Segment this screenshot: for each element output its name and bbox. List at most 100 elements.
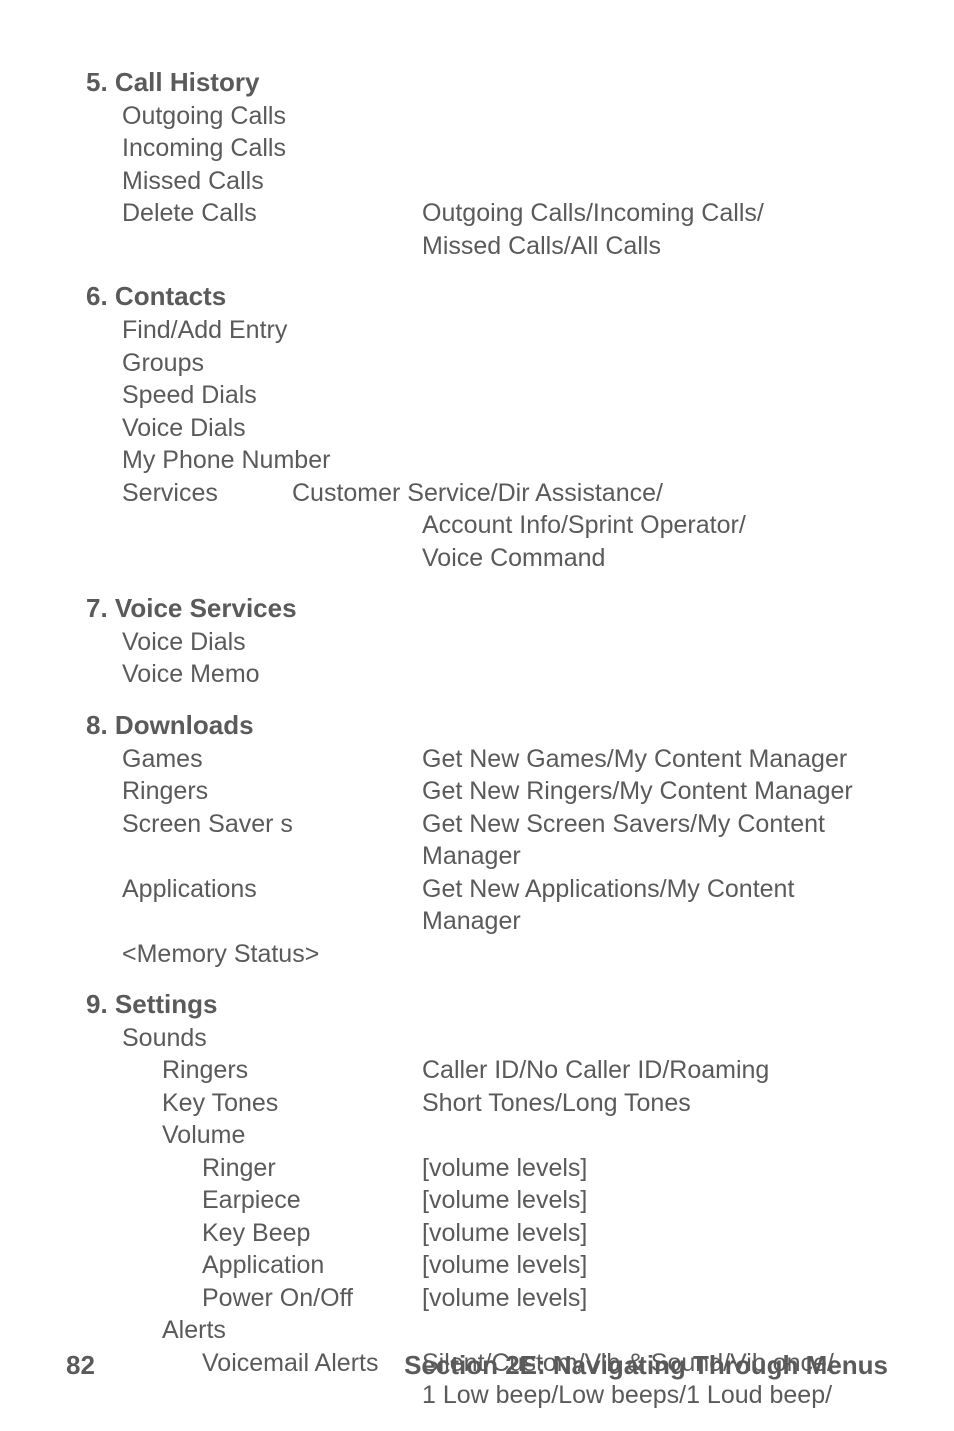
item-value: Get New Applications/My Content <box>422 873 888 906</box>
section-voice-services: 7. Voice Services Voice Dials Voice Memo <box>86 592 888 691</box>
heading-downloads: 8. Downloads <box>86 709 888 743</box>
section-contacts: 6. Contacts Find/Add Entry Groups Speed … <box>86 280 888 574</box>
item-row: Voice Memo <box>122 658 888 691</box>
item-row: Application [volume levels] <box>122 1249 888 1282</box>
item-row: Outgoing Calls <box>122 100 888 133</box>
item-row: Volume <box>122 1119 888 1152</box>
item-value <box>422 314 888 347</box>
item-value: [volume levels] <box>422 1249 888 1282</box>
item-label: Volume <box>162 1119 422 1152</box>
document-page: 5. Call History Outgoing Calls Incoming … <box>0 0 954 1431</box>
item-value: Account Info/Sprint Operator/ <box>422 509 888 542</box>
heading-number: 8. <box>86 710 108 740</box>
page-footer: 82 Section 2E: Navigating Through Menus <box>66 1350 888 1381</box>
item-row: Voice Dials <box>122 412 888 445</box>
item-row: Voice Dials <box>122 626 888 659</box>
section-call-history: 5. Call History Outgoing Calls Incoming … <box>86 66 888 262</box>
heading-title: Voice Services <box>115 593 297 623</box>
heading-number: 6. <box>86 281 108 311</box>
item-value <box>422 626 888 659</box>
item-row: Groups <box>122 347 888 380</box>
item-row: Power On/Off [volume levels] <box>122 1282 888 1315</box>
item-label: Outgoing Calls <box>122 100 422 133</box>
section-downloads: 8. Downloads Games Get New Games/My Cont… <box>86 709 888 970</box>
item-label: Delete Calls <box>122 197 422 230</box>
item-value <box>422 347 888 380</box>
item-label <box>122 905 422 938</box>
item-value: Manager <box>422 840 888 873</box>
item-row: Manager <box>122 840 888 873</box>
item-label: <Memory Status> <box>122 938 422 971</box>
heading-number: 7. <box>86 593 108 623</box>
item-value: Voice Command <box>422 542 888 575</box>
item-label: Power On/Off <box>202 1282 422 1315</box>
heading-title: Downloads <box>115 710 254 740</box>
content-area: 5. Call History Outgoing Calls Incoming … <box>66 66 888 1412</box>
item-value: Missed Calls/All Calls <box>422 230 888 263</box>
item-row: My Phone Number <box>122 444 888 477</box>
item-row: Services Customer Service/Dir Assistance… <box>122 477 888 510</box>
item-row: Incoming Calls <box>122 132 888 165</box>
item-row: Find/Add Entry <box>122 314 888 347</box>
item-row: Sounds <box>122 1022 888 1055</box>
heading-number: 9. <box>86 989 108 1019</box>
item-label: Sounds <box>122 1022 422 1055</box>
footer-title: Section 2E: Navigating Through Menus <box>404 1350 888 1381</box>
item-value: Customer Service/Dir Assistance/ <box>292 477 888 510</box>
item-row: Missed Calls <box>122 165 888 198</box>
item-value: Short Tones/Long Tones <box>422 1087 888 1120</box>
item-value <box>422 1314 888 1347</box>
item-label <box>202 1379 422 1412</box>
item-row: Speed Dials <box>122 379 888 412</box>
item-value: Outgoing Calls/Incoming Calls/ <box>422 197 888 230</box>
item-value: Get New Games/My Content Manager <box>422 743 888 776</box>
item-value: [volume levels] <box>422 1152 888 1185</box>
item-value <box>422 379 888 412</box>
item-value: Caller ID/No Caller ID/Roaming <box>422 1054 888 1087</box>
item-value <box>422 658 888 691</box>
item-row: 1 Low beep/Low beeps/1 Loud beep/ <box>122 1379 888 1412</box>
items-call-history: Outgoing Calls Incoming Calls Missed Cal… <box>86 100 888 263</box>
item-label: Key Tones <box>162 1087 422 1120</box>
item-row: Delete Calls Outgoing Calls/Incoming Cal… <box>122 197 888 230</box>
item-label: Groups <box>122 347 422 380</box>
item-label: Ringers <box>122 775 422 808</box>
item-label: Missed Calls <box>122 165 422 198</box>
heading-contacts: 6. Contacts <box>86 280 888 314</box>
items-voice-services: Voice Dials Voice Memo <box>86 626 888 691</box>
items-contacts: Find/Add Entry Groups Speed Dials Voice … <box>86 314 888 574</box>
heading-title: Call History <box>115 67 260 97</box>
item-value <box>422 1022 888 1055</box>
item-value <box>422 1119 888 1152</box>
item-label: Application <box>202 1249 422 1282</box>
page-number: 82 <box>66 1350 95 1381</box>
item-value <box>422 412 888 445</box>
heading-call-history: 5. Call History <box>86 66 888 100</box>
item-label: Speed Dials <box>122 379 422 412</box>
item-label: Voice Dials <box>122 626 422 659</box>
item-value <box>422 132 888 165</box>
item-value: [volume levels] <box>422 1217 888 1250</box>
item-value: Get New Screen Savers/My Content <box>422 808 888 841</box>
heading-voice-services: 7. Voice Services <box>86 592 888 626</box>
item-label: Incoming Calls <box>122 132 422 165</box>
items-downloads: Games Get New Games/My Content Manager R… <box>86 743 888 971</box>
item-value: [volume levels] <box>422 1282 888 1315</box>
item-value <box>422 165 888 198</box>
item-value: Get New Ringers/My Content Manager <box>422 775 888 808</box>
item-label: Screen Saver s <box>122 808 422 841</box>
item-row: Ringers Get New Ringers/My Content Manag… <box>122 775 888 808</box>
item-label <box>122 509 422 542</box>
item-label: Ringers <box>162 1054 422 1087</box>
item-label: Key Beep <box>202 1217 422 1250</box>
item-value <box>422 100 888 133</box>
item-label: Ringer <box>202 1152 422 1185</box>
item-value <box>422 938 888 971</box>
item-row: Manager <box>122 905 888 938</box>
item-label: Voice Dials <box>122 412 422 445</box>
item-value: 1 Low beep/Low beeps/1 Loud beep/ <box>422 1379 888 1412</box>
item-row: Games Get New Games/My Content Manager <box>122 743 888 776</box>
heading-settings: 9. Settings <box>86 988 888 1022</box>
item-row: Earpiece [volume levels] <box>122 1184 888 1217</box>
item-value: [volume levels] <box>422 1184 888 1217</box>
